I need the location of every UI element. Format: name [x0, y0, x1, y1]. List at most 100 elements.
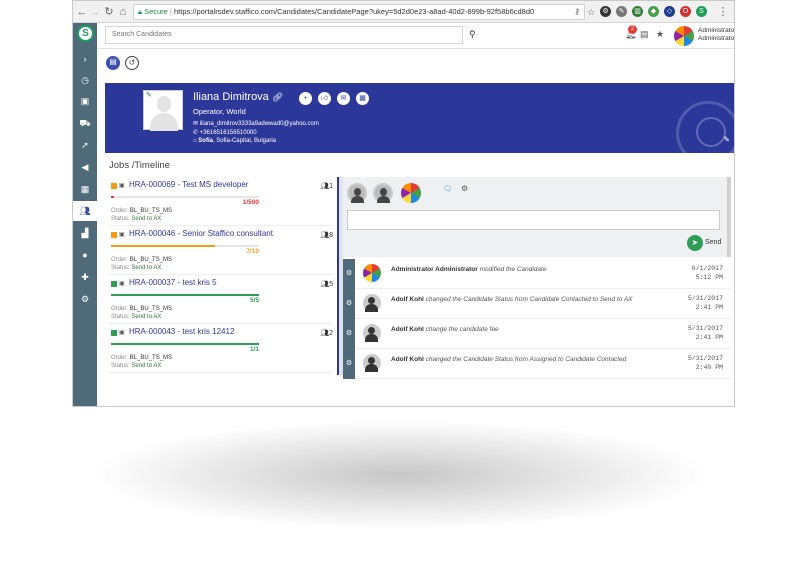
entry-gear-icon[interactable]: ⚙ — [343, 319, 355, 349]
job-title-link[interactable]: HRA-000043 - test kris 12412 — [129, 327, 234, 336]
candidate-role: Operator, World — [193, 107, 246, 116]
job-row[interactable]: ▣ HRA-000069 - Test MS developer 👥︎1 1/5… — [109, 177, 333, 226]
order-label: Order: — [111, 257, 129, 263]
job-row[interactable]: ▣ HRA-000037 - test kris 5 👥︎5 5/5 Order… — [109, 275, 333, 324]
key-icon[interactable]: ⚷ — [571, 5, 583, 19]
calendar-icon[interactable]: ▤ — [640, 29, 649, 40]
comments-icon[interactable]: 🗨︎ — [443, 185, 452, 193]
extension-diamond-icon[interactable]: ◇ — [664, 6, 675, 17]
staffico-logo[interactable]: S — [77, 25, 94, 42]
briefcase-icon[interactable]: ▣ — [73, 91, 97, 111]
job-candidates-count: 👥︎1 — [320, 182, 333, 190]
search-candidates-input[interactable]: Search Candidates — [105, 26, 463, 44]
status-value: Send to AX — [131, 265, 162, 271]
participant-avatar-2[interactable] — [373, 183, 393, 203]
extension-shield-icon[interactable]: ◆ — [648, 6, 659, 17]
photo-edit-pencil-icon[interactable]: ✎ — [146, 91, 152, 99]
entry-text: Adolf Kohl changed the Candidate Status … — [391, 355, 671, 364]
forward-icon[interactable]: → — [89, 5, 101, 19]
expand-chevron-icon[interactable]: › — [73, 49, 97, 69]
megaphone-icon[interactable]: ◀ — [73, 157, 97, 177]
participant-avatar-admin[interactable] — [401, 183, 421, 203]
url-text: https://portalrsdev.staffico.com/Candida… — [173, 7, 535, 16]
grid-icon[interactable]: ▦ — [73, 179, 97, 199]
job-count-value: 8 — [329, 232, 333, 239]
settings-gear-icon[interactable]: ⚙ — [73, 289, 97, 309]
bookmark-star-icon[interactable]: ☆ — [585, 5, 597, 19]
notification-badge: 2 — [628, 25, 637, 34]
entry-gear-icon[interactable]: ⚙ — [343, 289, 355, 319]
extension-pen-icon[interactable]: ✎ — [616, 6, 627, 17]
thumbs-up-button[interactable]: 👍︎ — [318, 92, 331, 105]
send-button-label[interactable]: Send — [705, 239, 721, 246]
candidate-header: ✎ Iliana Dimitrova 🔗︎ Operator, World ✉ … — [105, 83, 734, 165]
email-button[interactable]: ✉ — [337, 92, 350, 105]
opera-icon[interactable]: O — [680, 6, 691, 17]
address-bar[interactable]: 🔒︎ Secure | https://portalrsdev.staffico… — [133, 4, 585, 20]
wrench-icon[interactable]: ✚ — [73, 267, 97, 287]
job-row[interactable]: ▣ HRA-000046 - Senior Staffico consultan… — [109, 226, 333, 275]
job-type-icon: ▣ — [119, 330, 125, 336]
user-name: Administrator — [698, 27, 735, 34]
entry-date: 5/31/2017 — [687, 295, 723, 302]
timeline-entry: ⚙ Adolf Kohl changed the Candidate Statu… — [343, 349, 731, 379]
candidate-email[interactable]: iliana_dimitrov3333a9adwwad0@yahoo.com — [200, 121, 319, 127]
extension-gear-icon[interactable]: ⚙ — [600, 6, 611, 17]
user-icon[interactable]: ● — [73, 245, 97, 265]
document-action-button[interactable]: ▤ — [106, 56, 120, 70]
add-plus-button[interactable]: + — [299, 92, 312, 105]
chart-icon[interactable]: ▟ — [73, 223, 97, 243]
extension-building-icon[interactable]: ▥ — [632, 6, 643, 17]
job-count-value: 5 — [329, 281, 333, 288]
calendar-button[interactable]: ▦ — [356, 92, 369, 105]
avatar-body — [377, 196, 390, 203]
favorites-star-icon[interactable]: ★ — [656, 29, 664, 40]
timeline-settings-icon[interactable]: ⚙ — [461, 184, 468, 193]
search-icon[interactable]: ⚲ — [469, 29, 476, 40]
staffico-extension-icon[interactable]: S — [696, 6, 707, 17]
entry-avatar — [363, 324, 381, 342]
status-label: Status: — [111, 314, 130, 320]
comment-textarea[interactable] — [347, 210, 720, 230]
cart-icon[interactable]: ⛟ — [73, 113, 97, 133]
user-info[interactable]: Administrator Administrator — [698, 27, 735, 43]
rocket-icon[interactable]: ➚ — [73, 135, 97, 155]
job-progress-fill — [111, 294, 259, 296]
entry-action: change the candidate fee — [425, 326, 499, 333]
entry-gear-icon[interactable]: ⚙ — [343, 259, 355, 289]
job-title-link[interactable]: HRA-000037 - test kris 5 — [129, 278, 217, 287]
job-status-square — [111, 281, 117, 287]
candidates-users-icon[interactable]: 👥︎ — [73, 201, 97, 221]
edit-candidate-pencil-icon[interactable]: ✎ — [723, 135, 730, 144]
link-icon[interactable]: 🔗︎ — [272, 92, 283, 102]
candidate-photo[interactable]: ✎ — [143, 90, 183, 131]
user-avatar[interactable] — [674, 26, 694, 46]
participant-avatar-1[interactable] — [347, 183, 367, 203]
send-icon[interactable]: ➤ — [687, 235, 703, 251]
group-watermark-icon — [696, 117, 726, 147]
back-icon[interactable]: ← — [76, 5, 88, 19]
job-order: Order: BL_BU_TS_MS — [111, 306, 172, 312]
entry-time: 5:12 PM — [695, 274, 723, 281]
job-progress-bar — [111, 196, 259, 198]
avatar-body — [365, 364, 378, 372]
avatar-head — [368, 357, 375, 364]
job-title-link[interactable]: HRA-000069 - Test MS developer — [129, 180, 248, 189]
entry-gear-icon[interactable]: ⚙ — [343, 349, 355, 379]
status-label: Status: — [111, 265, 130, 271]
avatar-body — [365, 304, 378, 312]
job-row[interactable]: ▣ HRA-000043 - test kris 12412 👥︎2 1/1 O… — [109, 324, 333, 373]
avatar-head — [368, 297, 375, 304]
avatar-body — [351, 196, 364, 203]
home-icon[interactable]: ⌂ — [117, 5, 129, 19]
candidate-location: , Sofia-Capital, Bulgaria — [212, 138, 277, 144]
dashboard-clock-icon[interactable]: ◷ — [73, 70, 97, 90]
timeline-scrollbar[interactable] — [727, 177, 731, 257]
job-candidates-count: 👥︎2 — [320, 329, 333, 337]
timeline-entry: ⚙ Administrator Administrator modified t… — [343, 259, 731, 289]
reload-icon[interactable]: ↻ — [103, 5, 115, 19]
job-title-link[interactable]: HRA-000046 - Senior Staffico consultant — [129, 229, 273, 238]
history-action-button[interactable]: ↺ — [125, 56, 139, 70]
entry-text: Adolf Kohl change the candidate fee — [391, 325, 671, 334]
menu-dots-icon[interactable]: ⋮ — [717, 5, 729, 19]
